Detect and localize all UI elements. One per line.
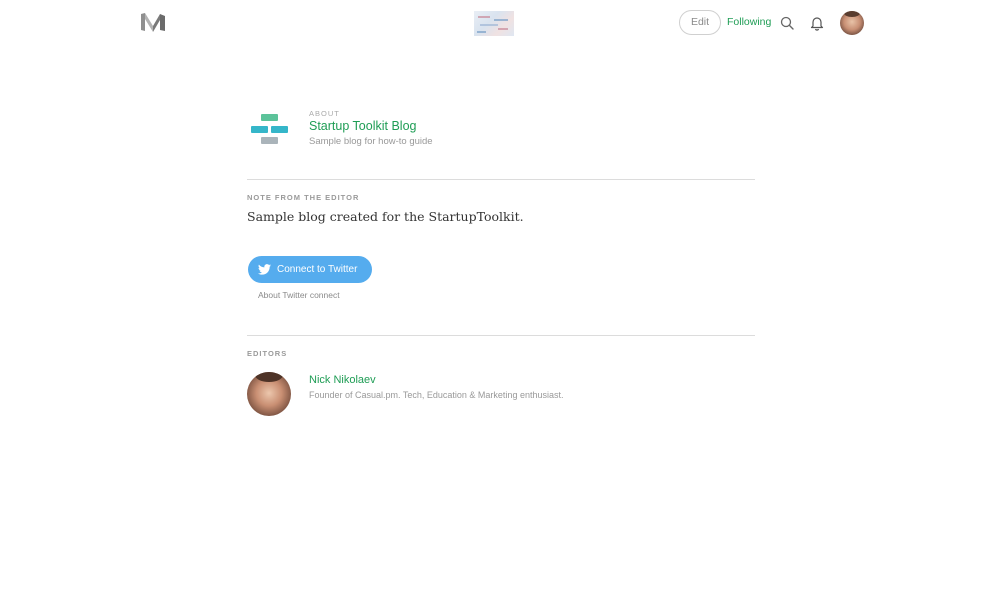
publication-title[interactable]: Startup Toolkit Blog [309,119,416,133]
about-label: ABOUT [309,109,340,118]
user-avatar[interactable] [840,11,864,35]
publication-logo-icon [251,114,288,144]
medium-logo-icon[interactable] [141,13,165,32]
editor-name[interactable]: Nick Nikolaev [309,374,376,386]
publication-description: Sample blog for how-to guide [309,136,433,147]
editor-note-label: NOTE FROM THE EDITOR [247,193,360,202]
editors-label: EDITORS [247,349,288,358]
search-icon[interactable] [780,16,794,30]
bell-icon[interactable] [810,15,824,31]
about-twitter-connect-link[interactable]: About Twitter connect [258,290,340,300]
editor-note-text: Sample blog created for the StartupToolk… [247,209,524,224]
section-divider [247,179,755,180]
editor-bio: Founder of Casual.pm. Tech, Education & … [309,390,564,400]
twitter-bird-icon [258,264,271,275]
edit-button[interactable]: Edit [679,10,721,35]
editor-avatar[interactable] [247,372,291,416]
section-divider [247,335,755,336]
top-bar: Edit Following [0,0,1000,48]
following-link[interactable]: Following [727,16,771,28]
connect-twitter-label: Connect to Twitter [277,264,358,275]
publication-header-image[interactable] [474,11,514,36]
connect-twitter-button[interactable]: Connect to Twitter [248,256,372,283]
